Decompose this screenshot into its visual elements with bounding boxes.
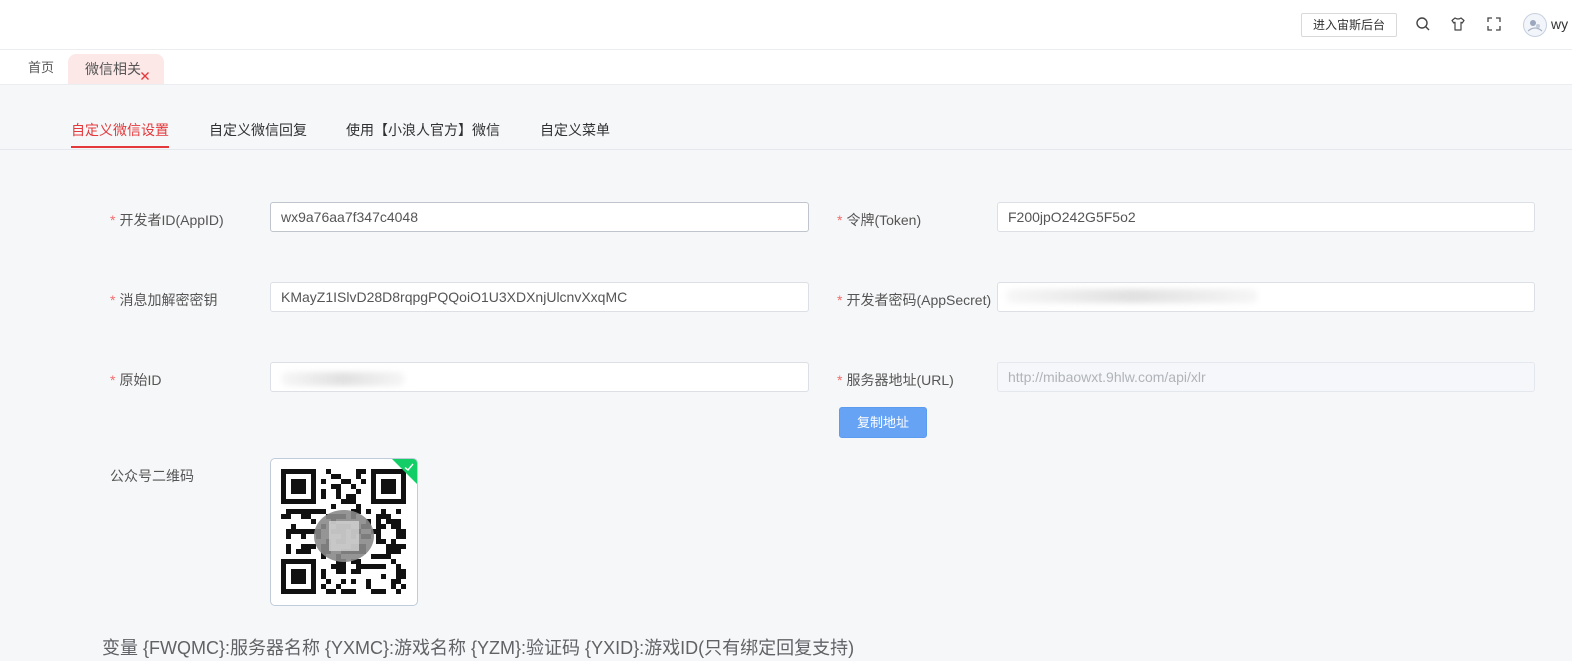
fullscreen-icon[interactable] (1486, 16, 1502, 32)
qr-code-image (281, 469, 406, 594)
active-tab-indicator (71, 146, 169, 148)
variables-hint: 变量 {FWQMC}:服务器名称 {YXMC}:游戏名称 {YZM}:验证码 {… (102, 638, 855, 658)
sub-tabs: 自定义微信设置 自定义微信回复 使用【小浪人官方】微信 自定义菜单 (0, 107, 1572, 150)
enter-backend-button[interactable]: 进入宙斯后台 (1301, 13, 1397, 37)
app-secret-input[interactable] (997, 282, 1535, 312)
redacted-value (281, 372, 405, 386)
aes-key-label: * 消息加解密密钥 (110, 292, 218, 308)
tab-custom-wechat-reply[interactable]: 自定义微信回复 (209, 120, 307, 140)
username[interactable]: wy (1551, 16, 1568, 32)
qr-code-upload[interactable] (270, 458, 418, 606)
original-id-input[interactable] (270, 362, 809, 392)
top-bar: 进入宙斯后台 wy (0, 0, 1572, 50)
tag-home[interactable]: 首页 (18, 50, 64, 84)
token-label: * 令牌(Token) (837, 212, 922, 228)
tags-bar: 首页 微信相关 (0, 50, 1572, 85)
avatar[interactable] (1523, 13, 1547, 37)
token-input[interactable]: F200jpO242G5F5o2 (997, 202, 1535, 232)
tag-wechat-label: 微信相关 (85, 61, 141, 77)
appid-input[interactable]: wx9a76aa7f347c4048 (270, 202, 809, 232)
original-id-label: * 原始ID (110, 372, 162, 388)
app-secret-label: * 开发者密码(AppSecret) (837, 292, 992, 308)
tag-wechat[interactable]: 微信相关 (68, 54, 164, 84)
tab-custom-menu[interactable]: 自定义菜单 (540, 120, 610, 140)
check-icon (404, 463, 414, 471)
search-icon[interactable] (1415, 16, 1431, 32)
server-url-label: * 服务器地址(URL) (837, 372, 954, 388)
close-icon[interactable] (139, 63, 151, 80)
server-url-input: http://mibaowxt.9hlw.com/api/xlr (997, 362, 1535, 392)
tab-official-wechat[interactable]: 使用【小浪人官方】微信 (346, 120, 500, 140)
copy-address-button[interactable]: 复制地址 (839, 407, 927, 438)
tab-custom-wechat-settings[interactable]: 自定义微信设置 (71, 120, 169, 140)
qr-code-label: 公众号二维码 (110, 468, 194, 484)
appid-label: * 开发者ID(AppID) (110, 212, 224, 228)
aes-key-input[interactable]: KMayZ1ISlvD28D8rqpgPQQoiO1U3XDXnjUlcnvXx… (270, 282, 809, 312)
tshirt-icon[interactable] (1450, 16, 1466, 32)
redacted-value (1006, 289, 1258, 303)
